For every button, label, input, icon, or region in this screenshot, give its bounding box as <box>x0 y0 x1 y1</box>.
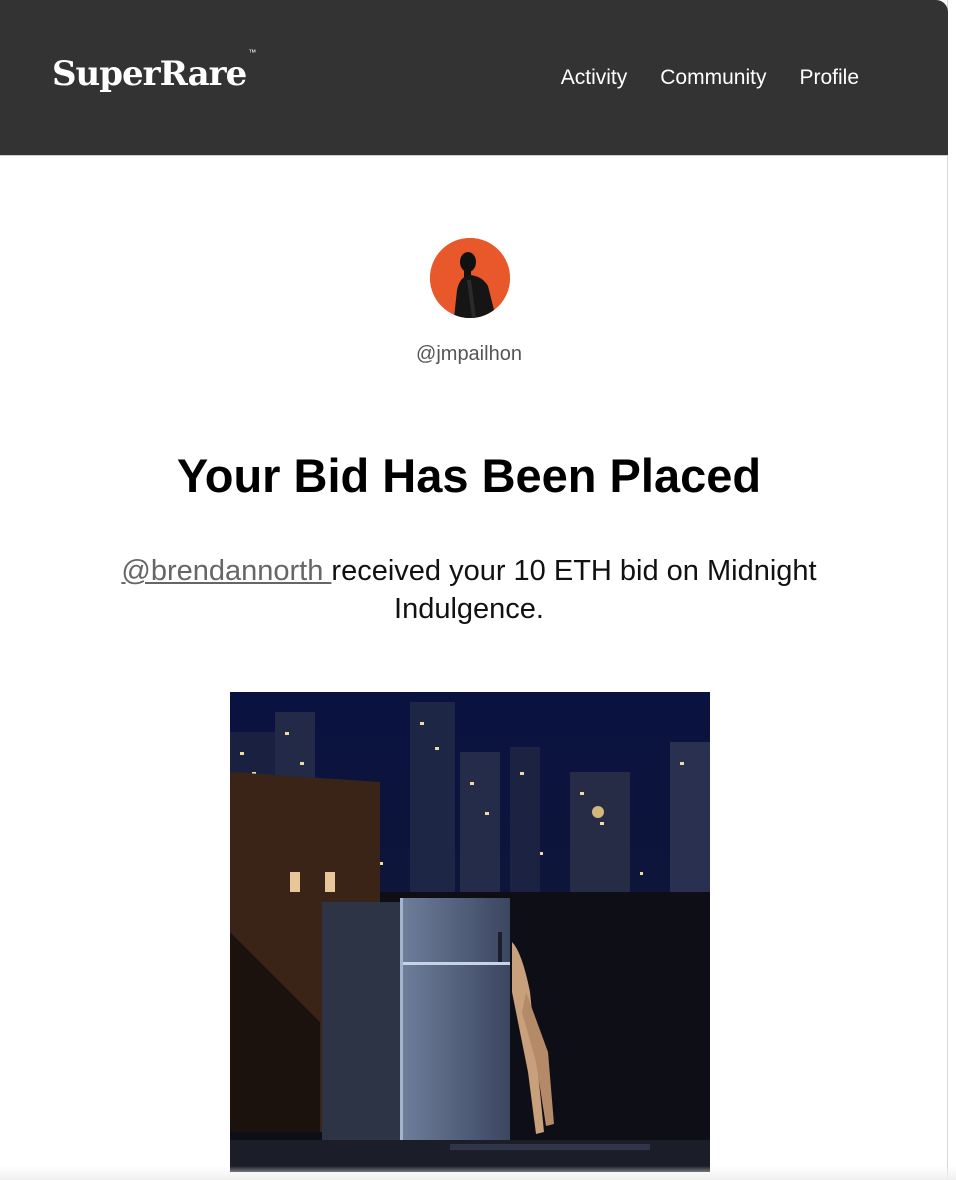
header-bar: SuperRare™ Activity Community Profile <box>0 0 948 156</box>
nav-community-link[interactable]: Community <box>660 66 766 90</box>
artwork-night-city-icon <box>230 692 710 1172</box>
bid-message-text: received your 10 ETH bid on Midnight Ind… <box>331 555 817 625</box>
nav-profile-link[interactable]: Profile <box>799 66 859 90</box>
nav-activity-link[interactable]: Activity <box>561 66 628 90</box>
logo-trademark: ™ <box>248 47 257 57</box>
logo-text: SuperRare <box>52 54 247 94</box>
bid-message: @brendannorth received your 10 ETH bid o… <box>80 552 858 628</box>
bottom-fade <box>0 1166 956 1180</box>
recipient-link[interactable]: @brendannorth <box>121 555 331 587</box>
sender-username: @jmpailhon <box>416 343 522 365</box>
avatar-silhouette-icon <box>430 238 510 318</box>
top-nav: Activity Community Profile <box>561 66 859 90</box>
superrare-logo[interactable]: SuperRare™ <box>52 48 256 94</box>
page-title: Your Bid Has Been Placed <box>176 449 762 502</box>
avatar[interactable] <box>430 238 510 318</box>
email-frame: SuperRare™ Activity Community Profile @j… <box>0 0 956 1180</box>
artwork-image[interactable] <box>230 692 710 1172</box>
